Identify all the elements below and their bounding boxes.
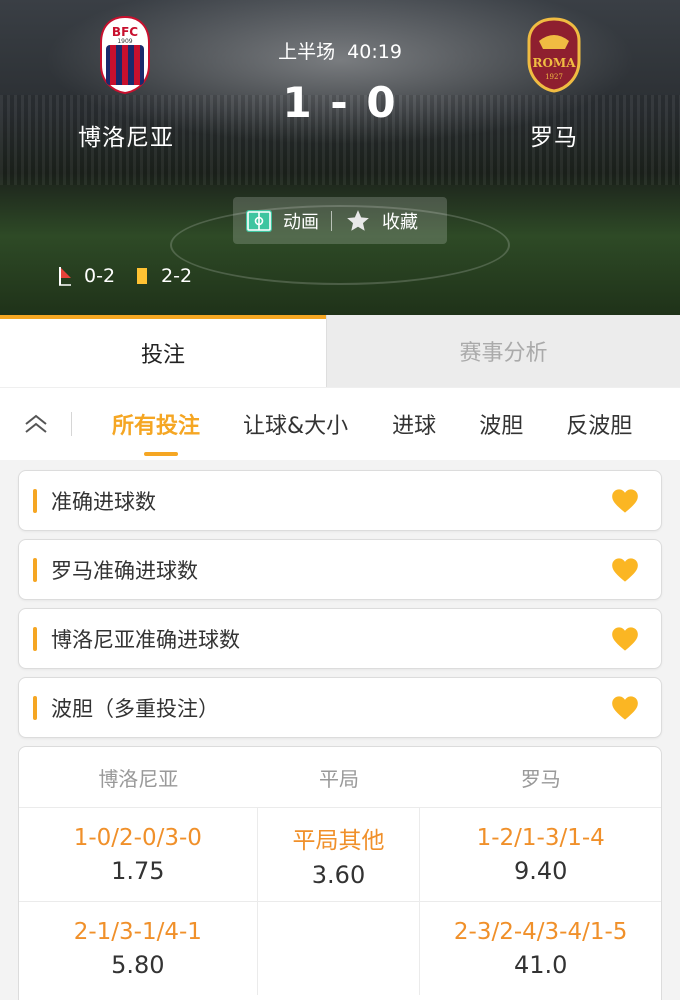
- star-icon: [347, 209, 369, 231]
- odds-table-header: 博洛尼亚 平局 罗马: [19, 747, 661, 807]
- correct-score-odds-table: 博洛尼亚 平局 罗马 1-0/2-0/3-0 1.75 平局其他 3.60 1-…: [18, 746, 662, 1000]
- market-title: 博洛尼亚准确进球数: [51, 627, 240, 652]
- odds-cell-empty: [258, 902, 421, 995]
- animation-label: 动画: [283, 211, 319, 233]
- market-row[interactable]: 波胆（多重投注）: [18, 677, 662, 738]
- favorite-heart-icon[interactable]: [611, 626, 639, 652]
- yellow-card-count: 2-2: [161, 265, 193, 287]
- odds-selection: 平局其他: [292, 827, 385, 854]
- odds-cell[interactable]: 1-0/2-0/3-0 1.75: [19, 808, 258, 901]
- odds-price: 5.80: [111, 950, 165, 979]
- odds-selection: 1-0/2-0/3-0: [73, 824, 202, 851]
- filter-correct-score[interactable]: 波胆: [479, 408, 523, 440]
- match-header: BFC 1909 博洛尼亚 上半场 40:19 1 - 0 ROMA 1927 …: [0, 0, 680, 315]
- market-row[interactable]: 罗马准确进球数: [18, 539, 662, 600]
- odds-selection: 2-1/3-1/4-1: [73, 918, 202, 945]
- markets-list: 准确进球数 罗马准确进球数 博洛尼亚准确进球数 波胆（多重投注） 博洛尼亚 平局…: [0, 460, 680, 1000]
- favorite-heart-icon[interactable]: [611, 488, 639, 514]
- market-title: 准确进球数: [51, 489, 156, 514]
- double-chevron-up-icon: [25, 414, 47, 433]
- svg-text:1927: 1927: [545, 73, 563, 81]
- odds-selection: 2-3/2-4/3-4/1-5: [453, 918, 628, 945]
- odds-cell[interactable]: 2-3/2-4/3-4/1-5 41.0: [420, 902, 661, 995]
- market-accent-bar: [33, 557, 37, 582]
- match-actions: 动画 收藏: [233, 197, 447, 244]
- market-filter-nav: 所有投注 让球&大小 进球 波胆 反波胆: [0, 387, 680, 460]
- market-accent-bar: [33, 626, 37, 651]
- yellow-card-icon: [137, 268, 148, 284]
- tab-betting[interactable]: 投注: [0, 315, 326, 387]
- favorite-heart-icon[interactable]: [611, 557, 639, 583]
- corner-flag-icon: [59, 267, 71, 286]
- favorite-label: 收藏: [382, 211, 418, 233]
- filter-handicap-totals[interactable]: 让球&大小: [243, 408, 348, 440]
- odds-price: 9.40: [513, 856, 568, 885]
- odds-cell[interactable]: 1-2/1-3/1-4 9.40: [420, 808, 661, 901]
- match-period: 上半场: [278, 41, 336, 63]
- away-team-name: 罗马: [530, 125, 578, 151]
- match-clock-value: 40:19: [347, 41, 402, 63]
- corner-stat: 0-2: [58, 265, 115, 287]
- favorite-button[interactable]: 收藏: [332, 197, 430, 244]
- odds-cell[interactable]: 平局其他 3.60: [258, 808, 421, 901]
- header-away: 罗马: [520, 766, 561, 791]
- filter-all-bets[interactable]: 所有投注: [112, 408, 200, 456]
- pitch-icon: [246, 209, 272, 232]
- table-row: 2-1/3-1/4-1 5.80 2-3/2-4/3-4/1-5 41.0: [19, 901, 661, 995]
- roma-crest-icon: ROMA 1927: [527, 17, 581, 93]
- corner-count: 0-2: [84, 265, 116, 287]
- market-title: 波胆（多重投注）: [51, 696, 219, 721]
- table-row: 1-0/2-0/3-0 1.75 平局其他 3.60 1-2/1-3/1-4 9…: [19, 807, 661, 901]
- odds-selection: 1-2/1-3/1-4: [476, 824, 605, 851]
- tab-match-analysis[interactable]: 赛事分析: [326, 315, 680, 387]
- filter-anti-correct-score[interactable]: 反波胆: [566, 408, 632, 440]
- market-row[interactable]: 准确进球数: [18, 470, 662, 531]
- favorite-heart-icon[interactable]: [611, 695, 639, 721]
- market-row[interactable]: 博洛尼亚准确进球数: [18, 608, 662, 669]
- odds-price: 41.0: [513, 950, 568, 979]
- animation-button[interactable]: 动画: [233, 197, 331, 244]
- odds-price: 3.60: [311, 860, 366, 889]
- collapse-button[interactable]: [0, 388, 72, 461]
- market-title: 罗马准确进球数: [51, 558, 198, 583]
- odds-cell[interactable]: 2-1/3-1/4-1 5.80: [19, 902, 258, 995]
- header-home: 博洛尼亚: [98, 766, 179, 791]
- market-accent-bar: [33, 488, 37, 513]
- header-draw: 平局: [319, 766, 359, 791]
- odds-price: 1.75: [111, 856, 165, 885]
- yellow-card-stat: 2-2: [137, 265, 192, 287]
- filter-goals[interactable]: 进球: [392, 408, 436, 440]
- match-stats: 0-2 2-2: [58, 265, 214, 287]
- main-tabs: 投注 赛事分析: [0, 315, 680, 387]
- market-accent-bar: [33, 695, 37, 720]
- svg-text:ROMA: ROMA: [532, 56, 576, 70]
